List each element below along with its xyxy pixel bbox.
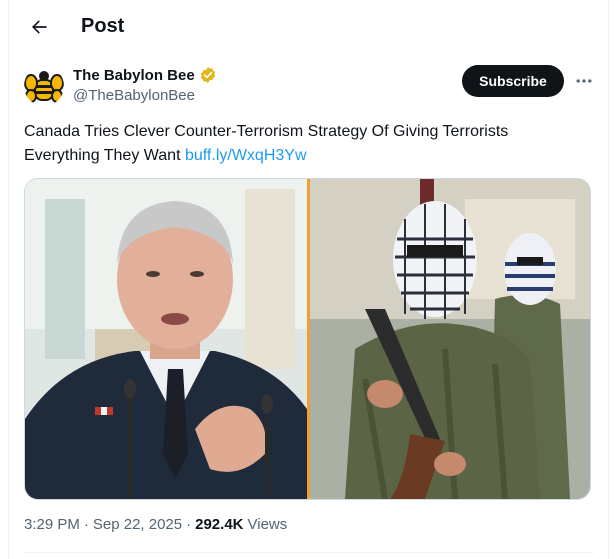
right-border — [608, 0, 609, 559]
display-name[interactable]: The Babylon Bee — [73, 67, 195, 84]
post-meta: 3:29 PM · Sep 22, 2025 · 292.4K Views — [24, 516, 287, 533]
back-button[interactable] — [22, 10, 56, 44]
name-row: The Babylon Bee — [73, 66, 217, 84]
masked-militants-photo — [310, 179, 590, 499]
subscribe-button[interactable]: Subscribe — [462, 65, 564, 97]
man-in-suit-speaking-photo — [25, 179, 307, 499]
meta-separator: · — [186, 516, 192, 533]
user-handle[interactable]: @TheBabylonBee — [73, 87, 195, 104]
divider — [24, 552, 594, 553]
views-count: 292.4K — [195, 516, 244, 533]
left-border — [8, 0, 9, 559]
post-media[interactable] — [24, 178, 591, 500]
post-header: Post — [8, 0, 608, 54]
post-author: The Babylon Bee @TheBabylonBee Subscribe — [24, 64, 594, 108]
post-time[interactable]: 3:29 PM — [24, 516, 80, 533]
verified-badge-icon[interactable] — [199, 66, 217, 84]
bee-logo-icon — [24, 71, 64, 103]
more-horizontal-icon — [576, 79, 592, 83]
avatar[interactable] — [24, 66, 64, 106]
more-options-button[interactable] — [572, 69, 596, 93]
post-link[interactable]: buff.ly/WxqH3Yw — [185, 147, 307, 164]
post-page: Post The Babylon Bee @TheBabylonBee Subs… — [0, 0, 614, 559]
post-date[interactable]: Sep 22, 2025 — [93, 516, 182, 533]
post-text: Canada Tries Clever Counter-Terrorism St… — [24, 120, 584, 168]
page-title: Post — [81, 15, 125, 37]
views-label: Views — [247, 516, 288, 533]
meta-separator: · — [83, 516, 89, 533]
arrow-left-icon — [32, 20, 47, 34]
image-divider — [307, 179, 310, 499]
